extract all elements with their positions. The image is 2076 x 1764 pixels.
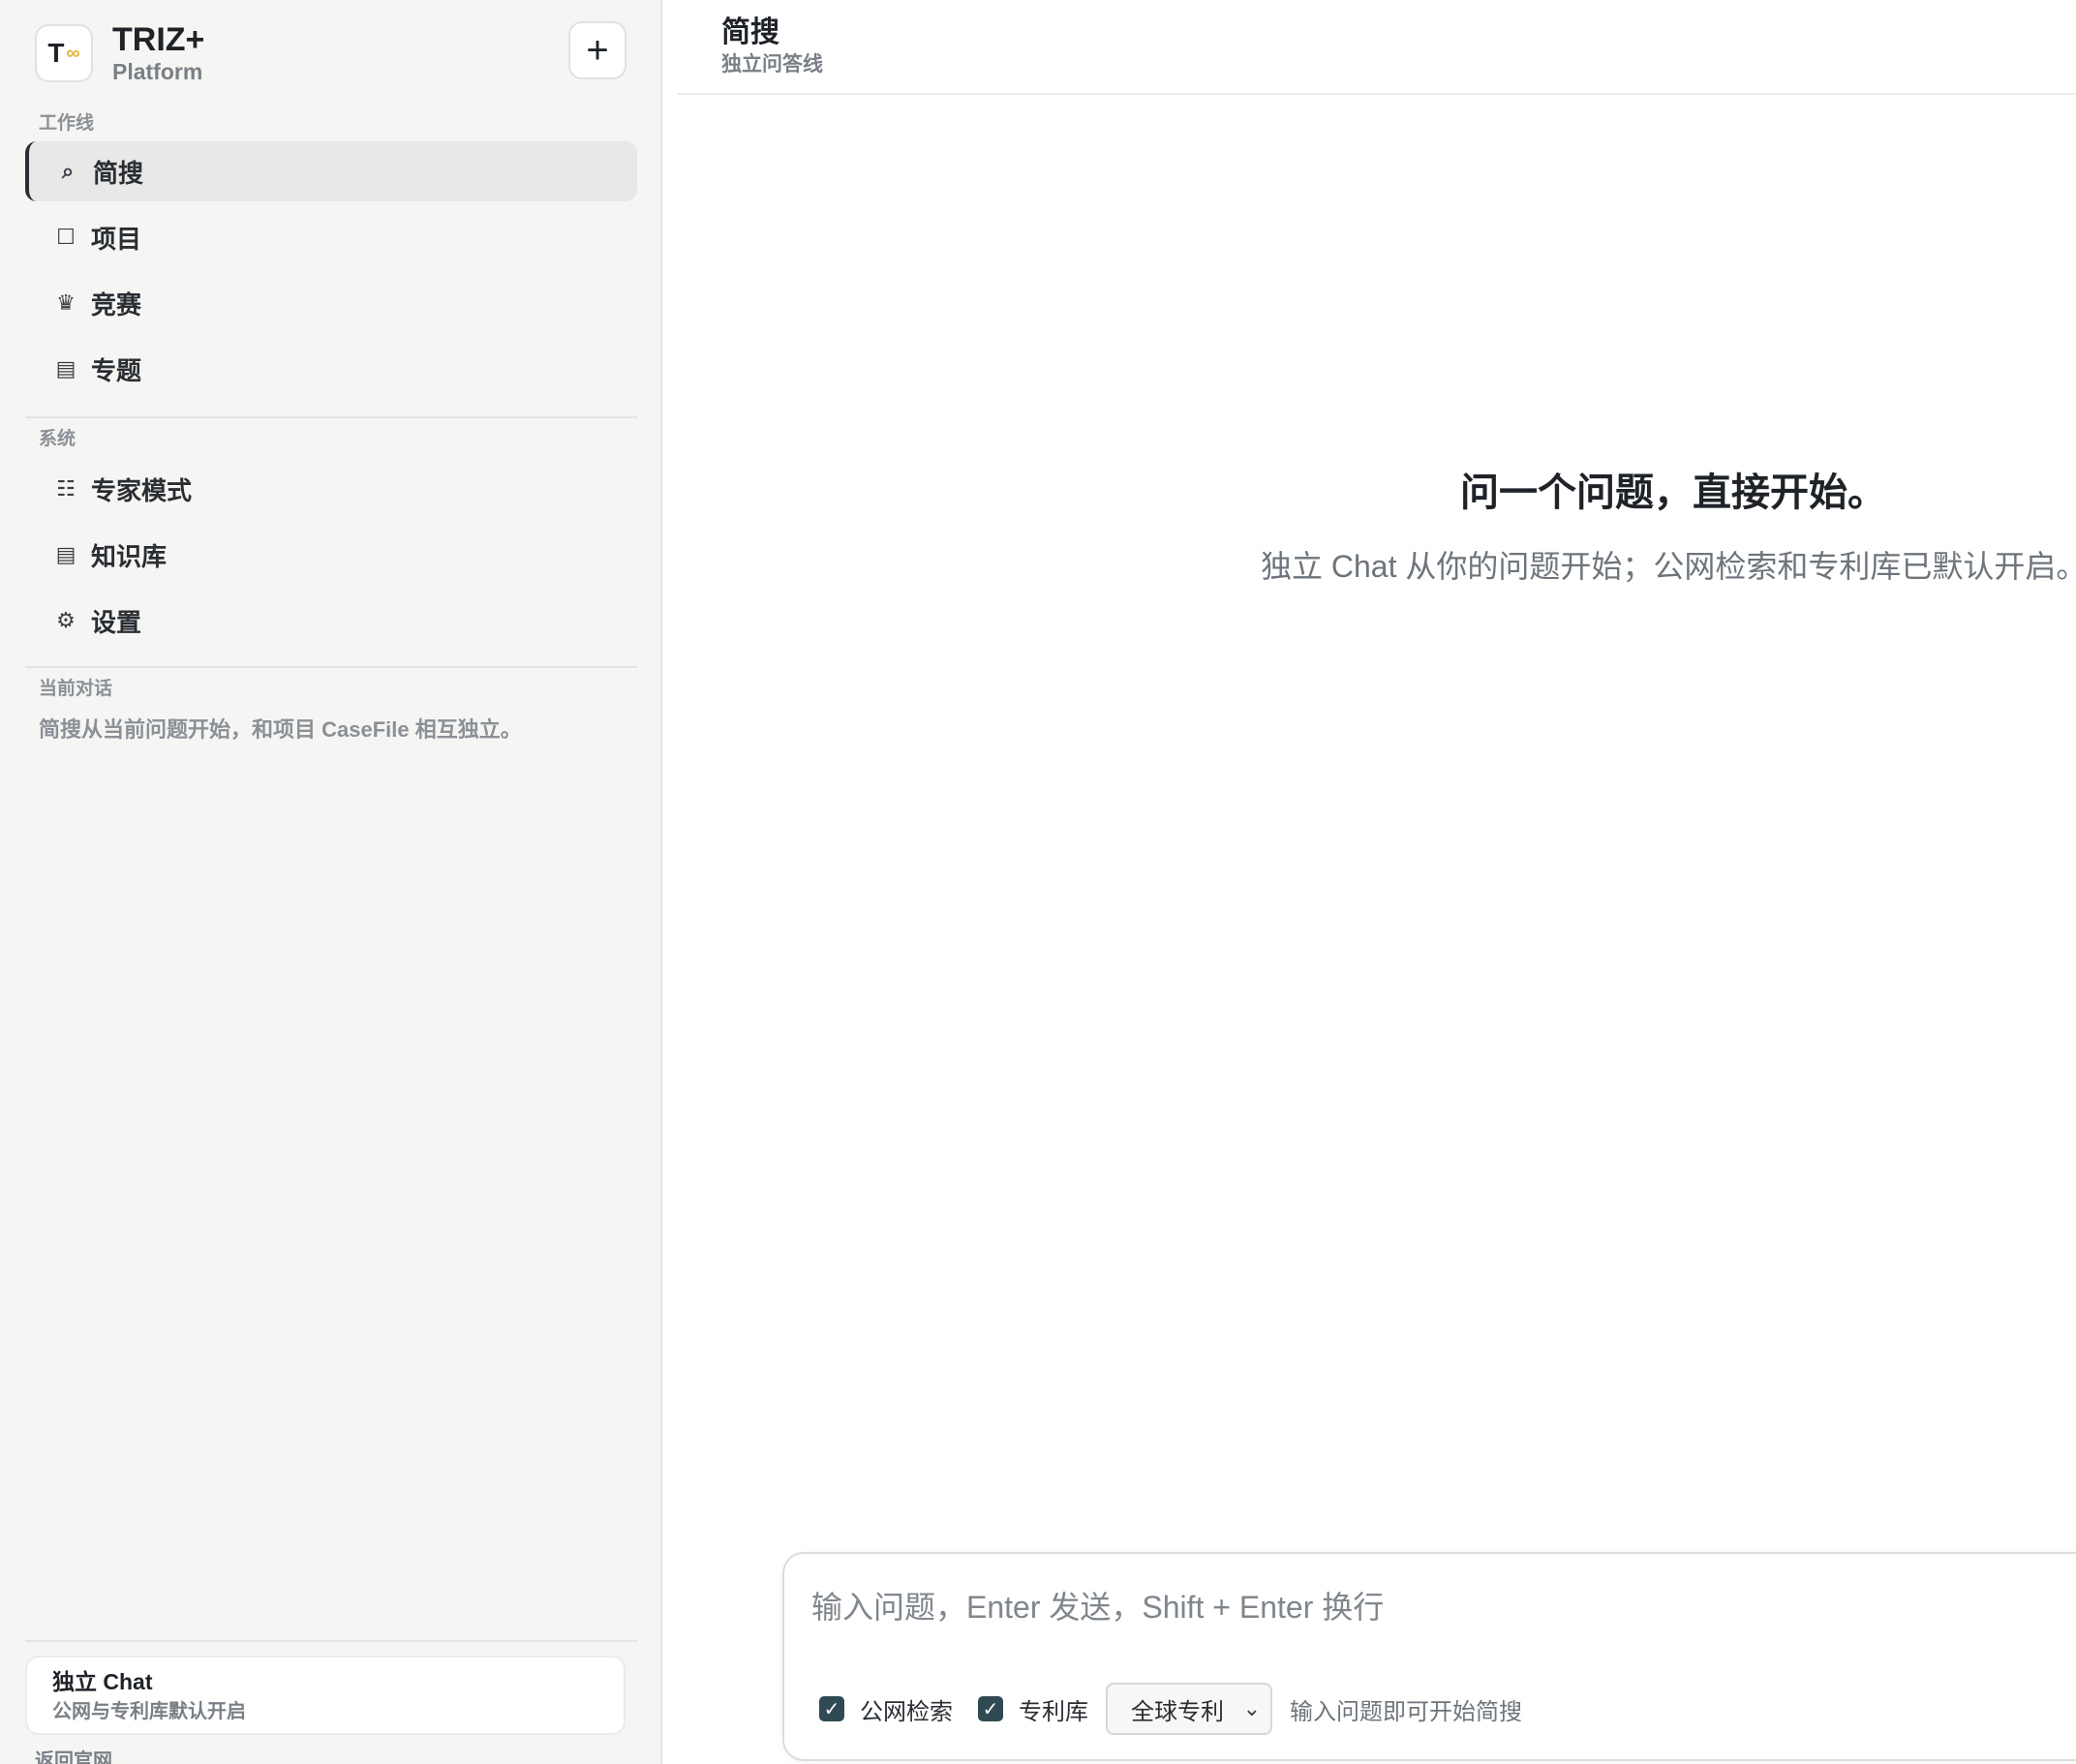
sidebar: T ∞ TRIZ+ Platform + 工作线 ⌕ 简搜 ☐ 项目 ♛ 竞赛 ▤… [0, 0, 662, 1764]
patent-db-label: 专利库 [1019, 1698, 1088, 1725]
sidebar-item-label: 简搜 [93, 158, 144, 188]
sidebar-item-jiansou[interactable]: ⌕ 简搜 [25, 141, 637, 201]
sidebar-item-knowledge-base[interactable]: ▤ 知识库 [25, 525, 637, 585]
page-subtitle: 独立问答线 [721, 53, 823, 76]
chat-card-subtitle: 公网与专利库默认开启 [52, 1701, 246, 1722]
patent-scope-value: 全球专利 [1131, 1698, 1224, 1725]
sidebar-item-expert-mode[interactable]: ☷ 专家模式 [25, 459, 637, 519]
chat-mode-card[interactable]: 独立 Chat 公网与专利库默认开启 [25, 1656, 626, 1735]
search-icon: ⌕ [61, 159, 75, 183]
brand[interactable]: T ∞ TRIZ+ Platform [35, 21, 204, 85]
brand-text: TRIZ+ Platform [112, 21, 204, 85]
composer: ✓ 公网检索 ✓ 专利库 全球专利 ⌄ 输入问题即可开始简搜 [782, 1552, 2076, 1761]
sidebar-item-label: 项目 [91, 224, 142, 254]
logo: T ∞ [35, 24, 93, 82]
empty-state-title: 问一个问题，直接开始。 [1460, 471, 1886, 514]
sidebar-item-label: 设置 [91, 607, 142, 637]
book-icon: ▤ [55, 542, 76, 566]
section-label-conversation: 当前对话 [39, 679, 113, 699]
sidebar-item-competition[interactable]: ♛ 竞赛 [25, 273, 637, 333]
question-input[interactable] [811, 1583, 1973, 1631]
crown-icon: ♛ [56, 290, 76, 315]
chat-card-title: 独立 Chat [52, 1669, 153, 1694]
sidebar-item-topic[interactable]: ▤ 专题 [25, 339, 637, 399]
gear-icon: ⚙ [56, 608, 76, 632]
new-chat-button[interactable]: + [568, 21, 626, 79]
page-title: 简搜 [721, 16, 779, 48]
sidebar-item-label: 竞赛 [91, 289, 142, 319]
section-label-workline: 工作线 [39, 113, 95, 134]
sidebar-item-label: 知识库 [91, 541, 168, 571]
main-header: 简搜 独立问答线 [678, 0, 2076, 95]
empty-state-subtitle: 独立 Chat 从你的问题开始；公网检索和专利库已默认开启。 [1261, 549, 2076, 584]
divider [25, 416, 637, 418]
sidebar-item-label: 专题 [91, 355, 142, 385]
patent-scope-select[interactable]: 全球专利 ⌄ [1106, 1683, 1272, 1735]
composer-tools: ✓ 公网检索 ✓ 专利库 全球专利 ⌄ 输入问题即可开始简搜 [819, 1682, 1522, 1736]
sidebar-item-settings[interactable]: ⚙ 设置 [25, 591, 637, 651]
brand-title: TRIZ+ [112, 21, 205, 58]
back-to-website-link[interactable]: 返回官网 [35, 1745, 112, 1764]
square-icon: ☐ [56, 225, 76, 249]
divider [25, 666, 637, 668]
infinity-icon: ∞ [66, 42, 80, 64]
logo-letter: T [47, 38, 65, 68]
grid-icon: ☷ [56, 476, 76, 501]
sidebar-item-project[interactable]: ☐ 项目 [25, 207, 637, 267]
conversation-description: 简搜从当前问题开始，和项目 CaseFile 相互独立。 [39, 717, 522, 742]
patent-db-checkbox[interactable]: ✓ [978, 1696, 1003, 1721]
list-icon: ▤ [55, 356, 76, 380]
brand-subtitle: Platform [112, 59, 203, 84]
public-search-checkbox[interactable]: ✓ [819, 1696, 844, 1721]
chevron-down-icon: ⌄ [1242, 1696, 1261, 1720]
divider [25, 1640, 637, 1642]
composer-hint: 输入问题即可开始简搜 [1290, 1698, 1522, 1725]
app-root: T ∞ TRIZ+ Platform + 工作线 ⌕ 简搜 ☐ 项目 ♛ 竞赛 ▤… [0, 0, 2076, 1764]
public-search-label: 公网检索 [860, 1698, 953, 1725]
section-label-system: 系统 [39, 429, 76, 449]
sidebar-item-label: 专家模式 [91, 475, 193, 505]
